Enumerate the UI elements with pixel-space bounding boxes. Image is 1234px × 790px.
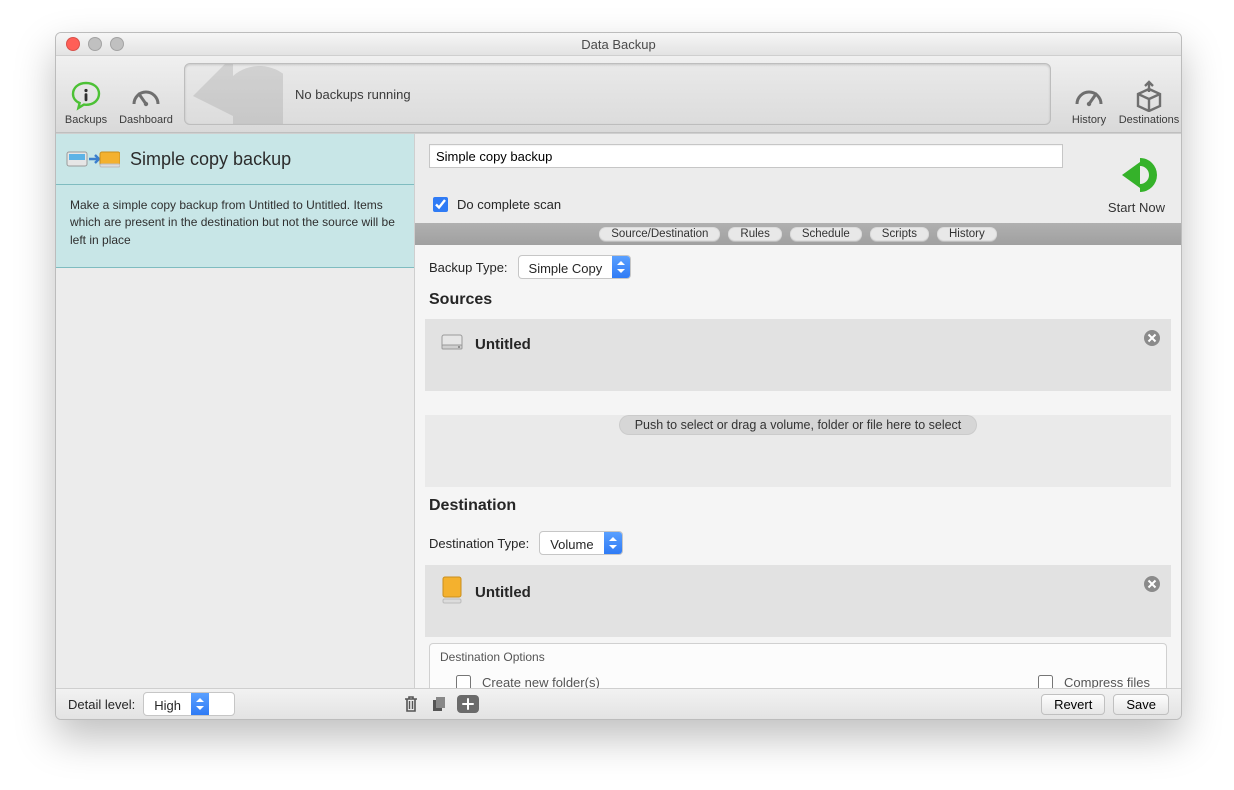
source-drop-hint[interactable]: Push to select or drag a volume, folder … (619, 415, 978, 435)
delete-backup-button[interactable] (401, 695, 421, 713)
sources-heading: Sources (415, 285, 1181, 315)
save-button[interactable]: Save (1113, 694, 1169, 715)
sidebar-backup-title: Simple copy backup (130, 149, 291, 170)
toolbar-dashboard-button[interactable]: Dashboard (116, 56, 176, 132)
toolbar-destinations-button[interactable]: Destinations (1119, 56, 1179, 132)
toolbar-dashboard-label: Dashboard (119, 114, 173, 126)
title-bar: Data Backup (56, 33, 1181, 56)
destination-options-box: Destination Options Create new folder(s)… (429, 643, 1167, 688)
destination-type-select[interactable]: Volume (539, 531, 622, 555)
hdd-icon (439, 329, 465, 359)
create-new-folders-label: Create new folder(s) (482, 675, 600, 688)
remove-source-button[interactable] (1143, 329, 1161, 347)
add-backup-button[interactable] (457, 695, 479, 713)
sidebar: Simple copy backup Make a simple copy ba… (56, 134, 415, 688)
detail-level-label: Detail level: (68, 697, 135, 712)
toolbar-backups-label: Backups (65, 114, 107, 126)
main-scroll: Backup Type: Simple Copy Sources (415, 245, 1181, 688)
source-volume-well: Untitled (425, 319, 1171, 391)
tab-bar: Source/Destination Rules Schedule Script… (415, 223, 1181, 245)
body: Simple copy backup Make a simple copy ba… (56, 133, 1181, 688)
window-title: Data Backup (56, 37, 1181, 52)
detail-level-value: High (144, 693, 191, 715)
sidebar-backup-item[interactable]: Simple copy backup Make a simple copy ba… (56, 134, 414, 268)
big-back-arrow-icon (184, 63, 283, 125)
gauge-history-icon (1073, 80, 1105, 112)
create-new-folders-option[interactable]: Create new folder(s) (452, 672, 600, 688)
app-window: Data Backup Backups Dashboard (55, 32, 1182, 720)
destination-type-value: Volume (540, 532, 603, 554)
tab-rules[interactable]: Rules (728, 227, 781, 241)
updown-icon (191, 693, 209, 715)
complete-scan-label: Do complete scan (457, 197, 561, 212)
compress-files-checkbox[interactable] (1038, 675, 1053, 688)
destination-volume-well: Untitled (425, 565, 1171, 637)
destination-type-label: Destination Type: (429, 536, 529, 551)
destination-options-heading: Destination Options (430, 644, 1166, 672)
start-now-button[interactable]: Start Now (1108, 144, 1167, 215)
tab-source-destination[interactable]: Source/Destination (599, 227, 720, 241)
documents-icon (430, 695, 448, 713)
bottom-bar: Detail level: High Revert (56, 688, 1181, 719)
source-volume-name: Untitled (475, 336, 531, 353)
source-drop-well[interactable]: Push to select or drag a volume, folder … (425, 415, 1171, 487)
external-drive-icon (439, 575, 465, 609)
main-panel: Do complete scan Start Now Source/Destin… (415, 134, 1181, 688)
duplicate-backup-button[interactable] (429, 695, 449, 713)
sidebar-backup-description: Make a simple copy backup from Untitled … (56, 184, 414, 267)
start-now-label: Start Now (1108, 200, 1165, 215)
destination-heading: Destination (415, 491, 1181, 521)
trash-icon (403, 695, 419, 713)
plus-icon (462, 698, 474, 710)
compress-files-label: Compress files (1064, 675, 1150, 688)
box-out-icon (1133, 80, 1165, 112)
status-well: No backups running (184, 63, 1051, 125)
toolbar-destinations-label: Destinations (1119, 114, 1180, 126)
tab-schedule[interactable]: Schedule (790, 227, 862, 241)
detail-level-select[interactable]: High (143, 692, 235, 716)
toolbar-history-label: History (1072, 114, 1106, 126)
tab-scripts[interactable]: Scripts (870, 227, 929, 241)
speech-bubble-info-icon (70, 80, 102, 112)
gauge-icon (130, 80, 162, 112)
complete-scan-checkbox[interactable] (433, 197, 448, 212)
updown-icon (612, 256, 630, 278)
backup-type-select[interactable]: Simple Copy (518, 255, 632, 279)
backup-name-input[interactable] (429, 144, 1063, 168)
destination-volume-name: Untitled (475, 584, 531, 601)
remove-destination-button[interactable] (1143, 575, 1161, 593)
backup-type-value: Simple Copy (519, 256, 613, 278)
copy-drives-icon (66, 144, 120, 174)
status-message: No backups running (295, 87, 411, 102)
updown-icon (604, 532, 622, 554)
toolbar-backups-button[interactable]: Backups (56, 56, 116, 132)
compress-files-option[interactable]: Compress files (1034, 672, 1150, 688)
tab-history[interactable]: History (937, 227, 997, 241)
toolbar: Backups Dashboard No backups running (56, 56, 1181, 133)
revert-button[interactable]: Revert (1041, 694, 1105, 715)
start-now-icon (1114, 154, 1158, 197)
toolbar-history-button[interactable]: History (1059, 56, 1119, 132)
create-new-folders-checkbox[interactable] (456, 675, 471, 688)
backup-type-label: Backup Type: (429, 260, 508, 275)
